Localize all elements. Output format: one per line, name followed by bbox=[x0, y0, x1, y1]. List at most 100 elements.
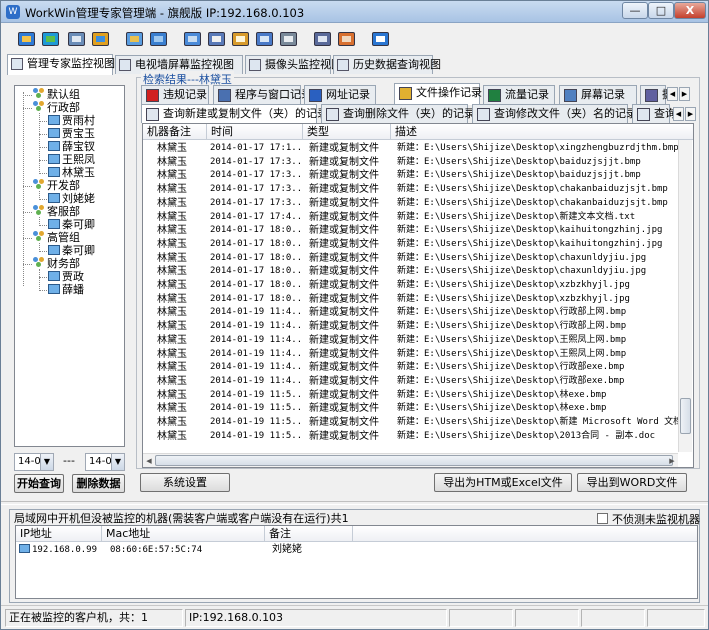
tree-item-computer[interactable]: 贾雨村 bbox=[48, 114, 95, 127]
table-row[interactable]: 林黛玉 2014-01-19 11:4... 新建或复制文件 新建：E:\Users\… bbox=[143, 375, 683, 389]
column-header[interactable]: 时间 bbox=[207, 124, 303, 140]
tree-item-computer[interactable]: 贾宝玉 bbox=[48, 127, 95, 140]
tab-file-query-2[interactable]: 查询修改文件（夹）名的记录 bbox=[472, 104, 637, 123]
email-icon[interactable] bbox=[205, 28, 229, 52]
tab-file-query-1[interactable]: 查询删除文件（夹）的记录 bbox=[321, 104, 475, 123]
table-row[interactable]: 林黛玉 2014-01-17 17:4... 新建或复制文件 新建：E:\Users\… bbox=[143, 211, 683, 225]
table-row[interactable]: 林黛玉 2014-01-17 17:3... 新建或复制文件 新建：E:\Users\… bbox=[143, 169, 683, 183]
delete-data-button[interactable]: 删除数据 bbox=[72, 474, 125, 493]
tree-group[interactable]: 高管组 bbox=[33, 231, 80, 244]
table-row[interactable]: 林黛玉 2014-01-19 11:4... 新建或复制文件 新建：E:\Users\… bbox=[143, 306, 683, 320]
table-row[interactable]: 林黛玉 2014-01-17 18:0... 新建或复制文件 新建：E:\Users\… bbox=[143, 279, 683, 293]
monitor-settings-icon[interactable] bbox=[65, 28, 89, 52]
file-records-grid[interactable]: 机器备注 时间 类型 描述 林黛玉 2014-01-17 17:1... 新建或复制… bbox=[142, 123, 694, 468]
tab-record-4[interactable]: 流量记录 bbox=[483, 85, 555, 105]
close-button[interactable]: X bbox=[674, 2, 706, 19]
document-icon[interactable] bbox=[229, 28, 253, 52]
checkbox-icon[interactable] bbox=[597, 513, 608, 524]
grid-vertical-scrollbar[interactable] bbox=[678, 140, 692, 452]
table-row[interactable]: 林黛玉 2014-01-17 18:0... 新建或复制文件 新建：E:\Users\… bbox=[143, 224, 683, 238]
computer-tree[interactable]: 默认组 行政部 贾雨村 贾宝玉 薛宝钗 王熙凤 林黛玉 开发部 刘姥姥 客服部 秦可卿 高管组 秦可卿财… bbox=[14, 85, 125, 447]
export-html-button[interactable]: 导出为HTM或Excel文件 bbox=[434, 473, 572, 492]
tab-scroll-right-icon[interactable]: ▶ bbox=[679, 87, 690, 101]
chevron-down-icon[interactable]: ▼ bbox=[40, 454, 53, 470]
tab-record-1[interactable]: 程序与窗口记录 bbox=[213, 85, 312, 105]
system-settings-button[interactable]: 系统设置 bbox=[140, 473, 230, 492]
tab-record-0[interactable]: 违规记录 bbox=[141, 85, 209, 105]
scroll-thumb[interactable] bbox=[680, 398, 691, 434]
tree-item-computer[interactable]: 刘姥姥 bbox=[48, 192, 95, 205]
tab-file-query-0[interactable]: 查询新建或复制文件（夹）的记录 bbox=[141, 104, 328, 123]
users-icon[interactable] bbox=[89, 28, 113, 52]
title-bar[interactable]: W WorkWin管理专家管理端 - 旗舰版 IP:192.168.0.103 … bbox=[1, 1, 708, 23]
date-to-select[interactable]: 14-0 ▼ bbox=[85, 453, 125, 471]
info-icon[interactable] bbox=[147, 28, 171, 52]
table-row[interactable]: 林黛玉 2014-01-17 18:0... 新建或复制文件 新建：E:\Users\… bbox=[143, 252, 683, 266]
column-header[interactable]: Mac地址 bbox=[102, 526, 265, 542]
table-row[interactable]: 林黛玉 2014-01-19 11:5... 新建或复制文件 新建：E:\Users\… bbox=[143, 389, 683, 403]
tree-item-computer[interactable]: 王熙凤 bbox=[48, 153, 95, 166]
computers-icon[interactable] bbox=[15, 28, 39, 52]
table-row[interactable]: 林黛玉 2014-01-19 11:4... 新建或复制文件 新建：E:\Users\… bbox=[143, 320, 683, 334]
tab-record-5[interactable]: 屏幕记录 bbox=[559, 85, 637, 105]
chevron-down-icon[interactable]: ▼ bbox=[111, 454, 124, 470]
tree-item-computer[interactable]: 薛蟠 bbox=[48, 283, 84, 296]
tree-group[interactable]: 财务部 bbox=[33, 257, 80, 270]
table-row[interactable]: 林黛玉 2014-01-17 17:1... 新建或复制文件 新建：E:\Users\… bbox=[143, 142, 683, 156]
tab-scroll-left-icon[interactable]: ◀ bbox=[673, 107, 684, 121]
tab-camera-view[interactable]: 摄像头监控视图 bbox=[245, 55, 342, 74]
tab-scroll-left-icon[interactable]: ◀ bbox=[667, 87, 678, 101]
table-row[interactable]: 林黛玉 2014-01-19 11:5... 新建或复制文件 新建：E:\Users\… bbox=[143, 430, 683, 444]
chevron-right-icon[interactable]: ▶ bbox=[666, 455, 678, 467]
screen-icon[interactable] bbox=[181, 28, 205, 52]
globe-icon[interactable] bbox=[39, 28, 63, 52]
tree-item-computer[interactable]: 贾政 bbox=[48, 270, 84, 283]
windows-icon[interactable] bbox=[253, 28, 277, 52]
column-header[interactable]: 描述 bbox=[391, 124, 693, 140]
tree-item-computer[interactable]: 林黛玉 bbox=[48, 166, 95, 179]
tab-record-6[interactable]: 摄 bbox=[640, 85, 673, 105]
table-row[interactable]: 192.168.0.99 08:60:6E:57:5C:74 刘姥姥 bbox=[16, 543, 697, 557]
tab-expert-monitor-view[interactable]: 管理专家监控视图 bbox=[7, 54, 115, 75]
table-row[interactable]: 林黛玉 2014-01-17 18:0... 新建或复制文件 新建：E:\Users\… bbox=[143, 238, 683, 252]
table-row[interactable]: 林黛玉 2014-01-19 11:4... 新建或复制文件 新建：E:\Users\… bbox=[143, 348, 683, 362]
report-icon[interactable] bbox=[311, 28, 335, 52]
table-row[interactable]: 林黛玉 2014-01-17 18:0... 新建或复制文件 新建：E:\Users\… bbox=[143, 293, 683, 307]
network-icon[interactable] bbox=[123, 28, 147, 52]
tab-record-2[interactable]: 网址记录 bbox=[304, 85, 376, 105]
tab-record-3[interactable]: 文件操作记录 bbox=[394, 83, 482, 105]
date-from-select[interactable]: 14-0 ▼ bbox=[14, 453, 54, 471]
table-row[interactable]: 林黛玉 2014-01-17 17:3... 新建或复制文件 新建：E:\Users\… bbox=[143, 197, 683, 211]
tab-file-query-3[interactable]: 查询 bbox=[632, 104, 676, 123]
column-header[interactable]: 机器备注 bbox=[143, 124, 207, 140]
table-row[interactable]: 林黛玉 2014-01-19 11:5... 新建或复制文件 新建：E:\Users\… bbox=[143, 416, 683, 430]
person-icon[interactable] bbox=[335, 28, 359, 52]
column-header[interactable]: IP地址 bbox=[16, 526, 102, 542]
column-header[interactable]: 类型 bbox=[303, 124, 391, 140]
table-row[interactable]: 林黛玉 2014-01-19 11:4... 新建或复制文件 新建：E:\Users\… bbox=[143, 334, 683, 348]
chevron-left-icon[interactable]: ◀ bbox=[143, 455, 155, 467]
tab-scroll-right-icon[interactable]: ▶ bbox=[685, 107, 696, 121]
tree-item-computer[interactable]: 薛宝钗 bbox=[48, 140, 95, 153]
tree-group[interactable]: 行政部 bbox=[33, 101, 80, 114]
scroll-thumb[interactable] bbox=[155, 455, 673, 466]
disc-icon[interactable] bbox=[277, 28, 301, 52]
unmonitored-table[interactable]: IP地址 Mac地址 备注 192.168.0.99 08:60:6E:57:5… bbox=[15, 525, 698, 599]
column-header[interactable]: 备注 bbox=[265, 526, 353, 542]
tree-item-computer[interactable]: 秦可卿 bbox=[48, 218, 95, 231]
table-row[interactable]: 林黛玉 2014-01-17 17:3... 新建或复制文件 新建：E:\Users\… bbox=[143, 183, 683, 197]
help-icon[interactable] bbox=[369, 28, 393, 52]
start-query-button[interactable]: 开始查询 bbox=[14, 474, 64, 493]
tree-item-computer[interactable]: 秦可卿 bbox=[48, 244, 95, 257]
minimize-button[interactable]: — bbox=[622, 2, 648, 19]
table-row[interactable]: 林黛玉 2014-01-19 11:4... 新建或复制文件 新建：E:\Users\… bbox=[143, 361, 683, 375]
tree-group[interactable]: 开发部 bbox=[33, 179, 80, 192]
table-row[interactable]: 林黛玉 2014-01-17 17:3... 新建或复制文件 新建：E:\Users\… bbox=[143, 156, 683, 170]
splitter[interactable] bbox=[1, 501, 708, 505]
tab-history-view[interactable]: 历史数据查询视图 bbox=[333, 55, 441, 74]
grid-horizontal-scrollbar[interactable]: ◀ ▶ bbox=[143, 453, 678, 467]
export-word-button[interactable]: 导出到WORD文件 bbox=[577, 473, 687, 492]
table-row[interactable]: 林黛玉 2014-01-19 11:5... 新建或复制文件 新建：E:\Users\… bbox=[143, 402, 683, 416]
tree-group[interactable]: 默认组 bbox=[33, 88, 80, 101]
maximize-button[interactable]: □ bbox=[648, 2, 674, 19]
